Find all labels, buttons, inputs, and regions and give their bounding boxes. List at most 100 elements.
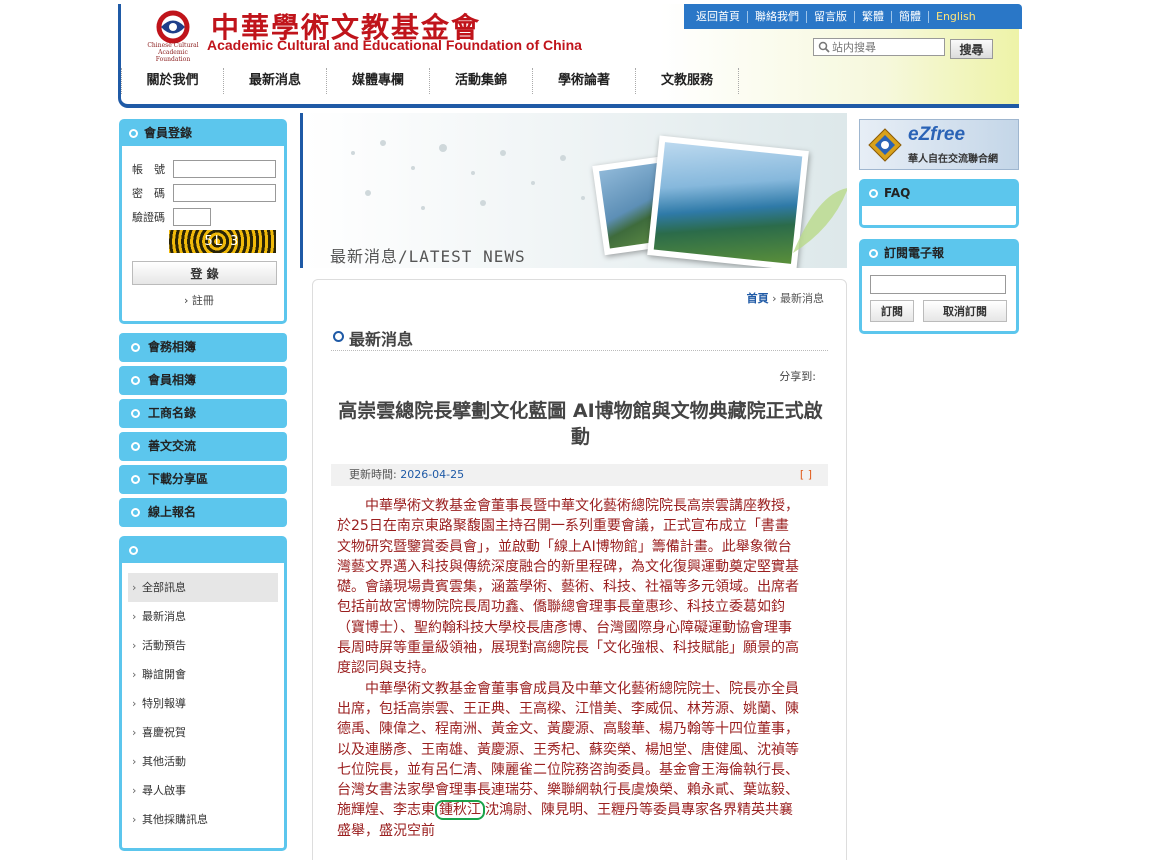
section-title: 最新消息: [333, 326, 413, 350]
nav-activities[interactable]: 活動集錦: [430, 68, 533, 94]
main-nav: 關於我們 最新消息 媒體專欄 活動集錦 學術論著 文教服務: [121, 68, 781, 94]
register-label: 註冊: [191, 294, 214, 307]
bullet-ring-icon: [131, 442, 140, 451]
category-all[interactable]: 全部訊息: [128, 573, 278, 602]
banner-leaf-decoration: [793, 188, 847, 253]
nav-media[interactable]: 媒體專欄: [327, 68, 430, 94]
article-paragraph: 中華學術文教基金會董事會成員及中華文化藝術總院院士、院長亦全員出席，包括高崇雲、…: [337, 679, 802, 841]
ezfree-banner[interactable]: eZfree 華人自在交流聯合網: [859, 119, 1019, 170]
newsletter-email-input[interactable]: [870, 275, 1006, 294]
site-header: Chinese Cultural Academic Foundation 中華學…: [118, 4, 1022, 108]
logo-mark-caption: Chinese Cultural Academic Foundation: [147, 42, 199, 63]
unsubscribe-button[interactable]: 取消訂閱: [923, 300, 1007, 322]
highlighted-name: 鍾秋江: [435, 800, 485, 821]
login-button[interactable]: 登 錄: [132, 261, 277, 285]
ezfree-subtitle: 華人自在交流聯合網: [908, 154, 998, 165]
menu-label: 會務相簿: [148, 340, 197, 354]
menu-online-registration[interactable]: 線上報名: [119, 498, 287, 527]
captcha-image[interactable]: 5L 3: [169, 230, 276, 253]
search-icon: [818, 41, 830, 53]
captcha-label: 驗證碼: [132, 211, 165, 224]
login-panel: 會員登錄 帳 號 密 碼 驗證碼 5L 3 登 錄 › 註冊: [119, 119, 287, 324]
banner-dots-decoration: [351, 140, 585, 210]
bullet-ring-icon: [131, 376, 140, 385]
bullet-ring-icon: [869, 249, 878, 258]
account-label: 帳 號: [132, 163, 165, 176]
menu-label: 會員相簿: [148, 373, 197, 387]
site-title-english[interactable]: Academic Cultural and Educational Founda…: [207, 37, 582, 53]
category-meetings[interactable]: 聯誼開會: [128, 660, 278, 689]
menu-download-share[interactable]: 下載分享區: [119, 465, 287, 494]
share-label: 分享到:: [779, 370, 816, 383]
password-label: 密 碼: [132, 187, 165, 200]
faq-header: FAQ: [862, 182, 1016, 206]
faq-panel[interactable]: FAQ: [859, 179, 1019, 228]
nav-services[interactable]: 文教服務: [636, 68, 739, 94]
menu-label: 善文交流: [148, 439, 197, 453]
category-panel-header: [122, 539, 284, 563]
bullet-ring-icon: [131, 508, 140, 517]
subscribe-button[interactable]: 訂閱: [870, 300, 914, 322]
category-other-activities[interactable]: 其他活動: [128, 747, 278, 776]
bullet-ring-icon: [131, 343, 140, 352]
account-input[interactable]: [173, 160, 276, 178]
ezfree-logo-icon: [868, 128, 902, 162]
newsletter-title: 訂閱電子報: [884, 246, 945, 260]
captcha-input[interactable]: [173, 208, 211, 226]
banner-title: 最新消息/LATEST NEWS: [330, 247, 526, 266]
link-simplified[interactable]: 簡體: [892, 10, 929, 23]
ezfree-title: eZfree: [908, 124, 966, 145]
chevron-right-icon: ›: [184, 294, 192, 307]
login-panel-header: 會員登錄: [122, 122, 284, 146]
link-guestbook[interactable]: 留言版: [807, 10, 855, 23]
update-time-label: 更新時間:: [349, 468, 397, 481]
search-input[interactable]: [813, 38, 945, 56]
newsletter-panel: 訂閱電子報 訂閱 取消訂閱: [859, 239, 1019, 334]
nav-academic[interactable]: 學術論著: [533, 68, 636, 94]
category-panel: 全部訊息 最新消息 活動預告 聯誼開會 特別報導 喜慶祝賀 其他活動 尋人啟事 …: [119, 536, 287, 851]
nav-about[interactable]: 關於我們: [121, 68, 224, 94]
content-area: 首頁 › 最新消息 最新消息 分享到: 高崇雲總院長擘劃文化藍圖 AI博物館與文…: [312, 279, 847, 860]
link-contact[interactable]: 聯絡我們: [748, 10, 807, 23]
menu-label: 線上報名: [148, 505, 197, 519]
bullet-ring-icon: [131, 475, 140, 484]
password-input[interactable]: [173, 184, 276, 202]
breadcrumb-home[interactable]: 首頁: [747, 292, 769, 305]
logo-mark-icon: [156, 10, 190, 44]
news-banner: 最新消息/LATEST NEWS: [300, 113, 847, 268]
menu-label: 下載分享區: [148, 472, 209, 486]
breadcrumb-separator-icon: ›: [772, 292, 777, 305]
bullet-ring-icon: [869, 189, 878, 198]
nav-news[interactable]: 最新消息: [224, 68, 327, 94]
article-title: 高崇雲總院長擘劃文化藍圖 AI博物館與文物典藏院正式啟動: [338, 400, 823, 448]
newsletter-header: 訂閱電子報: [862, 242, 1016, 266]
password-row: 密 碼: [132, 184, 276, 202]
menu-label: 工商名錄: [148, 406, 197, 420]
article-meta-bar: 更新時間: 2026-04-25 [ ]: [331, 464, 828, 486]
menu-business-directory[interactable]: 工商名錄: [119, 399, 287, 428]
category-missing-persons[interactable]: 尋人啟事: [128, 776, 278, 805]
account-row: 帳 號: [132, 160, 276, 178]
link-home[interactable]: 返回首頁: [689, 10, 748, 23]
link-traditional[interactable]: 繁體: [855, 10, 892, 23]
menu-association-album[interactable]: 會務相簿: [119, 333, 287, 362]
search-button[interactable]: 搜尋: [950, 39, 993, 59]
category-special-report[interactable]: 特別報導: [128, 689, 278, 718]
faq-title: FAQ: [884, 186, 911, 200]
section-divider: [331, 350, 828, 351]
register-link[interactable]: › 註冊: [184, 292, 214, 308]
article-paragraph: 中華學術文教基金會董事長暨中華文化藝術總院院長高崇雲講座教授，於25日在南京東路…: [337, 498, 799, 677]
menu-exchange[interactable]: 善文交流: [119, 432, 287, 461]
category-procurement[interactable]: 其他採購訊息: [128, 805, 278, 834]
category-congratulations[interactable]: 喜慶祝賀: [128, 718, 278, 747]
category-preview[interactable]: 活動預告: [128, 631, 278, 660]
bullet-ring-icon: [131, 409, 140, 418]
category-news[interactable]: 最新消息: [128, 602, 278, 631]
menu-member-album[interactable]: 會員相簿: [119, 366, 287, 395]
expand-brackets[interactable]: [ ]: [800, 464, 812, 486]
breadcrumb-current: 最新消息: [780, 292, 824, 305]
captcha-row: 驗證碼: [132, 208, 211, 226]
link-english[interactable]: English: [929, 10, 983, 23]
bullet-ring-icon: [129, 129, 138, 138]
update-date: 2026-04-25: [400, 468, 465, 481]
